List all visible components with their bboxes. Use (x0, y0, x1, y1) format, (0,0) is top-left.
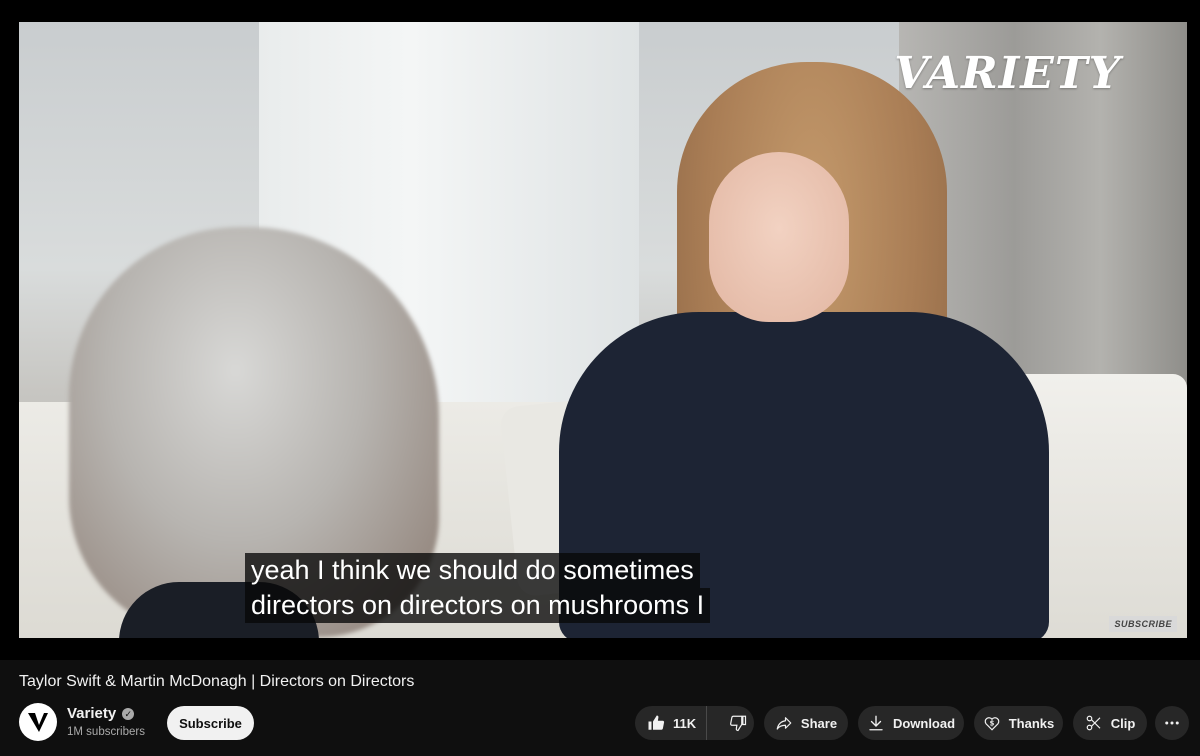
dollar-heart-icon: $ (984, 717, 1000, 731)
more-horizontal-icon (1165, 721, 1179, 725)
share-label: Share (800, 715, 838, 731)
interviewee-face (709, 152, 849, 322)
verified-check-icon: ✓ (122, 707, 135, 720)
clip-button[interactable]: Clip (1073, 706, 1147, 740)
share-arrow-icon (776, 717, 792, 730)
subscribe-watermark[interactable]: SUBSCRIBE (1109, 616, 1177, 632)
channel-name-row[interactable]: Variety ✓ (67, 705, 135, 722)
like-dislike-group: 11K (635, 706, 754, 740)
video-frame[interactable]: VARIETY SUBSCRIBE (19, 22, 1187, 638)
clip-label: Clip (1110, 715, 1136, 731)
download-icon (869, 715, 883, 731)
subscriber-count: 1M subscribers (67, 726, 145, 738)
thanks-label: Thanks (1008, 715, 1055, 731)
video-title: Taylor Swift & Martin McDonagh | Directo… (19, 673, 415, 690)
download-button[interactable]: Download (858, 706, 964, 740)
thanks-button[interactable]: $ Thanks (974, 706, 1063, 740)
variety-v-logo-icon (28, 713, 48, 732)
like-button[interactable]: 11K (635, 706, 708, 740)
download-label: Download (892, 715, 956, 731)
caption-line: directors on directors on mushrooms I (245, 588, 711, 623)
scissors-icon (1086, 715, 1101, 731)
video-player[interactable]: VARIETY SUBSCRIBE yeah I think we should… (0, 0, 1200, 660)
like-count: 11K (673, 715, 697, 731)
video-scene (19, 22, 1187, 638)
variety-logo: VARIETY (894, 48, 1121, 99)
channel-avatar[interactable] (19, 703, 57, 741)
subscribe-button[interactable]: Subscribe (167, 706, 254, 740)
dislike-button[interactable] (715, 706, 761, 740)
thumbs-down-icon (730, 715, 747, 732)
caption-line: yeah I think we should do sometimes (245, 553, 700, 588)
svg-text:$: $ (989, 720, 994, 728)
closed-captions: yeah I think we should do sometimes dire… (245, 553, 711, 623)
thumbs-up-icon (648, 715, 665, 730)
channel-name[interactable]: Variety (67, 705, 116, 722)
more-actions-button[interactable] (1155, 706, 1189, 740)
share-button[interactable]: Share (764, 706, 848, 740)
